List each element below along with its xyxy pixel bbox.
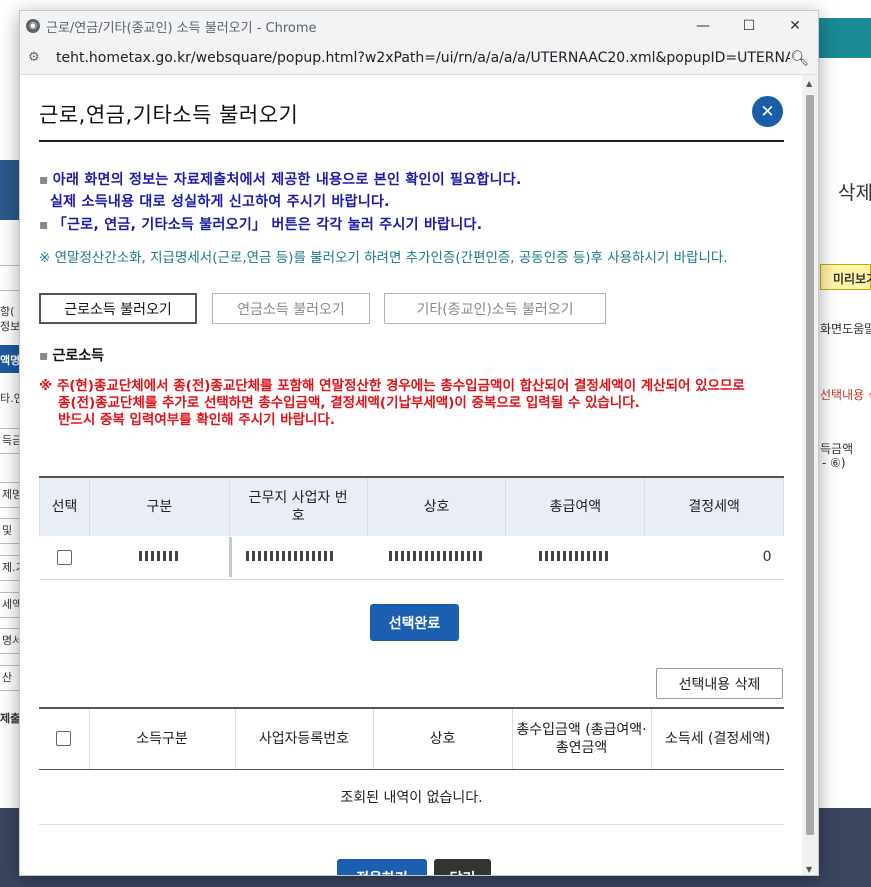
column-header: 결정세액 [644, 477, 784, 536]
confirm-selection-button[interactable]: 선택완료 [370, 604, 459, 641]
column-header: 총급여액 [505, 477, 646, 536]
earned-income-table: 선택 구분 근무지 사업자 번호 상호 총급여액 결정세액 0 [39, 476, 784, 580]
redacted-value [539, 551, 612, 562]
column-header: 구분 [88, 477, 230, 536]
business-number-cell [229, 536, 368, 580]
background-delete-selection[interactable]: 선택내용 삭제 [820, 386, 871, 403]
title-divider [39, 140, 784, 142]
address-bar: ⚙ teht.hometax.go.kr/websquare/popup.htm… [20, 41, 818, 75]
notice-line: ▪ 「근로, 연금, 기타소득 불러오기」 버튼은 각각 눌러 주시기 바랍니다. [39, 217, 483, 233]
site-settings-icon[interactable]: ⚙ [28, 50, 46, 65]
background-left-field: 세액 [0, 592, 20, 618]
tax-cell: 0 [644, 536, 784, 580]
column-header: 사업자등록번호 [234, 708, 374, 770]
zoom-icon[interactable]: 🔍︎ [790, 49, 810, 67]
url-text[interactable]: teht.hometax.go.kr/websquare/popup.html?… [56, 50, 790, 66]
scroll-up-icon[interactable]: ▲ [806, 79, 812, 88]
warning-line: ※ 주(현)종교단체에서 종(전)종교단체를 포함해 연말정산한 경우에는 총수… [39, 378, 745, 394]
scrollbar-thumb[interactable] [806, 95, 814, 835]
dialog-close-icon[interactable]: ✕ [752, 96, 783, 127]
notice-line: ▪ 아래 화면의 정보는 자료제출처에서 제공한 내용으로 본인 확인이 필요합니… [39, 172, 522, 188]
background-left-field: 제명 [0, 482, 20, 508]
warning-line: 종(전)종교단체를 추가로 선택하면 총수입금액, 결정세액(기납부세액)이 중… [58, 395, 640, 411]
column-header: 소득세 (결정세액) [650, 708, 784, 770]
dialog-title: 근로,연금,기타소득 불러오기 [39, 103, 299, 127]
background-income-label: 득금액 [820, 442, 854, 456]
row-select-cell [39, 536, 90, 580]
column-header: 근무지 사업자 번호 [228, 477, 368, 536]
apply-button[interactable]: 적용하기 [337, 859, 427, 875]
tab-pension-income[interactable]: 연금소득 불러오기 [212, 293, 370, 324]
table-header-row: 선택 구분 근무지 사업자 번호 상호 총급여액 결정세액 [39, 477, 784, 536]
column-header: 총수입금액 (총급여액·총연금액 [511, 708, 652, 770]
notice-line: 실제 소득내용 대로 성실하게 신고하여 주시기 바랍니다. [50, 194, 390, 210]
tab-other-income[interactable]: 기타(종교인)소득 불러오기 [384, 293, 606, 324]
background-help-link[interactable]: 화면도움말 [820, 320, 871, 337]
background-right-panel [818, 160, 871, 580]
background-left-text: 정보 [0, 320, 20, 333]
warning-block: ※ 주(현)종교단체에서 종(전)종교단체를 포함해 연말정산한 경우에는 총수… [39, 378, 784, 429]
column-header: 상호 [366, 477, 507, 536]
chrome-favicon-icon: ◉ [26, 19, 40, 33]
select-all-cell [39, 708, 90, 770]
table-row[interactable]: 0 [39, 536, 784, 580]
cell-separator [229, 537, 233, 578]
close-button[interactable]: 닫기 [434, 859, 491, 875]
table-header-row: 소득구분 사업자등록번호 상호 총수입금액 (총급여액·총연금액 소득세 (결정… [39, 708, 784, 770]
window-title: 근로/연금/기타(종교인) 소득 불러오기 - Chrome [46, 20, 317, 36]
delete-selection-button[interactable]: 선택내용 삭제 [656, 668, 783, 699]
background-left-field: 산 [0, 665, 20, 691]
section-title: ▪ 근로소득 [39, 348, 105, 364]
column-header: 선택 [39, 477, 90, 536]
background-left-field: 제.기 [0, 555, 20, 581]
background-left-text: 제출 [0, 712, 20, 725]
company-cell [367, 536, 506, 580]
auth-note: ※ 연말정산간소화, 지급명세서(근로,연금 등)를 불러오기 하려면 추가인증… [39, 250, 728, 266]
background-left-field: 득금 [0, 428, 20, 454]
background-left-field: 명서 [0, 628, 20, 654]
category-cell [89, 536, 230, 580]
dialog-content: 근로,연금,기타소득 불러오기 ✕ ▪ 아래 화면의 정보는 자료제출처에서 제공… [20, 75, 803, 875]
background-left-field: 및 [0, 518, 20, 544]
background-delete-label[interactable]: 삭제 [838, 178, 871, 205]
background-left-tab: 액명 [0, 345, 20, 373]
maximize-icon[interactable]: ☐ [726, 18, 772, 34]
scroll-down-icon[interactable]: ▼ [806, 865, 812, 874]
background-left-banner [0, 160, 20, 220]
background-preview-button[interactable]: 미리보기 [820, 264, 871, 290]
salary-cell [505, 536, 645, 580]
redacted-value [388, 551, 485, 562]
background-left-field [0, 265, 20, 291]
tab-earned-income[interactable]: 근로소득 불러오기 [39, 293, 197, 324]
column-header: 상호 [372, 708, 513, 770]
select-all-checkbox[interactable] [56, 731, 72, 747]
background-left-text: 타.연 [0, 392, 20, 405]
background-income-sub: - ⑥) [822, 456, 846, 470]
background-left-text: 항( [0, 305, 15, 318]
vertical-scrollbar[interactable]: ▲ ▼ [802, 75, 818, 875]
popup-window: ◉ 근로/연금/기타(종교인) 소득 불러오기 - Chrome — ☐ ✕ ⚙… [19, 10, 819, 876]
close-window-icon[interactable]: ✕ [772, 18, 818, 34]
redacted-value [246, 551, 337, 562]
minimize-icon[interactable]: — [680, 18, 726, 34]
window-titlebar: ◉ 근로/연금/기타(종교인) 소득 불러오기 - Chrome — ☐ ✕ [20, 11, 818, 41]
redacted-value [139, 551, 180, 562]
row-checkbox[interactable] [56, 549, 72, 565]
selected-income-table: 소득구분 사업자등록번호 상호 총수입금액 (총급여액·총연금액 소득세 (결정… [39, 707, 784, 770]
column-header: 소득구분 [88, 708, 236, 770]
warning-line: 반드시 중복 입력여부를 확인해 주시기 바랍니다. [58, 412, 336, 428]
background-header-band [818, 18, 871, 58]
empty-result-message: 조회된 내역이 없습니다. [39, 770, 784, 825]
